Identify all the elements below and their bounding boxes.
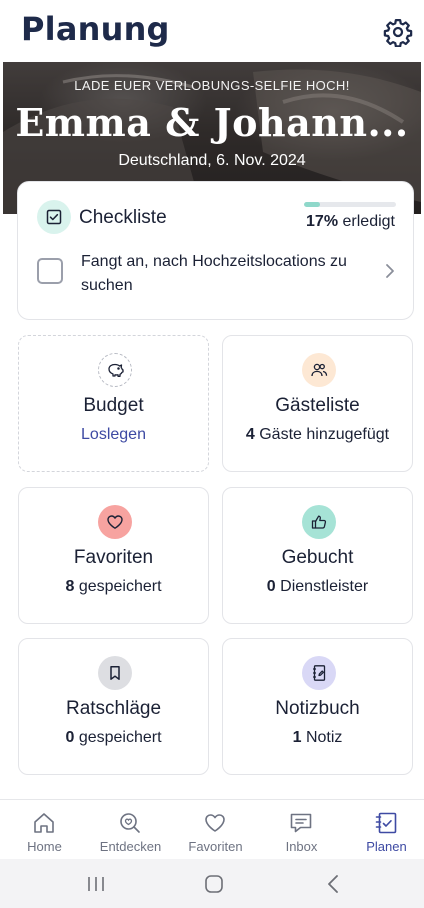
- wedding-location-date: Deutschland, 6. Nov. 2024: [118, 152, 306, 169]
- nav-label: Planen: [366, 839, 407, 854]
- system-navigation-bar: [0, 859, 424, 908]
- tile-title: Budget: [83, 395, 144, 416]
- checklist-progress-text: 17% erledigt: [306, 213, 395, 231]
- tile-guest-list[interactable]: Gästeliste 4 Gäste hinzugefügt: [222, 335, 413, 472]
- tile-title: Gebucht: [281, 547, 354, 568]
- bottom-navigation: Home Entdecken Favoriten Inbox Planen: [0, 799, 424, 859]
- tile-count: 8: [65, 578, 75, 595]
- home-icon: [34, 813, 54, 833]
- thumbs-up-icon: [302, 505, 336, 539]
- tile-title: Notizbuch: [275, 698, 360, 719]
- checklist-progress-value: 17%: [306, 213, 339, 230]
- tile-favorites[interactable]: Favoriten 8 gespeichert: [18, 487, 209, 624]
- nav-plan[interactable]: Planen: [344, 800, 424, 860]
- tile-budget[interactable]: Budget Loslegen: [18, 335, 209, 472]
- recent-apps-icon[interactable]: [84, 873, 108, 895]
- nav-favorites[interactable]: Favoriten: [173, 800, 258, 860]
- tile-subtitle-text: Dienstleister: [280, 578, 369, 595]
- tile-title: Gästeliste: [275, 395, 360, 416]
- heart-icon: [98, 505, 132, 539]
- heart-icon: [205, 814, 225, 832]
- tile-count: 4: [245, 426, 255, 443]
- tile-subtitle: 8 gespeichert: [19, 578, 208, 596]
- nav-label: Favoriten: [188, 839, 243, 854]
- tile-subtitle-text: gespeichert: [78, 729, 162, 746]
- budget-start-link[interactable]: Loslegen: [19, 426, 208, 444]
- checklist-task[interactable]: Fangt an, nach Hochzeitslocations zu suc…: [81, 250, 371, 298]
- nav-label: Inbox: [285, 839, 318, 854]
- discover-icon: [120, 813, 140, 833]
- app-header: Planung: [0, 0, 424, 62]
- notebook-icon: [302, 656, 336, 690]
- tile-count: 0: [65, 729, 75, 746]
- checklist-progress-suffix: erledigt: [342, 213, 395, 230]
- settings-button[interactable]: [383, 17, 413, 48]
- tile-title: Favoriten: [73, 547, 154, 568]
- piggy-bank-icon: [98, 353, 132, 387]
- planner-icon: [375, 812, 397, 834]
- upload-selfie-prompt[interactable]: LADE EUER VERLOBUNGS-SELFIE HOCH!: [3, 78, 421, 93]
- nav-discover[interactable]: Entdecken: [88, 800, 173, 860]
- nav-inbox[interactable]: Inbox: [259, 800, 344, 860]
- checklist-title: Checkliste: [79, 207, 167, 228]
- tile-advice[interactable]: Ratschläge 0 gespeichert: [18, 638, 209, 775]
- chat-icon: [290, 813, 312, 833]
- tile-subtitle-text: Gäste hinzugefügt: [259, 426, 390, 443]
- couple-names: Emma & Johann...: [15, 100, 409, 145]
- tile-subtitle-text: Notiz: [305, 729, 343, 746]
- tile-subtitle-text: gespeichert: [78, 578, 162, 595]
- bookmark-icon: [98, 656, 132, 690]
- nav-label: Entdecken: [99, 839, 162, 854]
- task-checkbox[interactable]: [37, 258, 63, 284]
- tile-count: 0: [266, 578, 276, 595]
- checklist-icon: [37, 200, 71, 234]
- nav-label: Home: [27, 839, 62, 854]
- guests-icon: [302, 353, 336, 387]
- tile-notebook[interactable]: Notizbuch 1 Notiz: [222, 638, 413, 775]
- home-button-icon[interactable]: [202, 873, 226, 895]
- nav-home[interactable]: Home: [2, 800, 87, 860]
- back-icon[interactable]: [322, 873, 346, 895]
- tile-booked[interactable]: Gebucht 0 Dienstleister: [222, 487, 413, 624]
- tile-title: Ratschläge: [65, 698, 162, 719]
- gear-icon: [383, 19, 413, 48]
- tile-count: 1: [292, 729, 302, 746]
- tile-subtitle: 0 Dienstleister: [223, 578, 412, 596]
- tile-subtitle: 0 gespeichert: [19, 729, 208, 747]
- checklist-card[interactable]: Checkliste 17% erledigt Fangt an, nach H…: [17, 181, 414, 320]
- tile-subtitle: 4 Gäste hinzugefügt: [223, 426, 412, 444]
- page-title: Planung: [21, 10, 170, 48]
- tile-subtitle: 1 Notiz: [223, 729, 412, 747]
- checklist-progress-fill: [304, 202, 320, 207]
- checklist-progress-bar: [304, 202, 396, 207]
- chevron-right-icon[interactable]: [383, 263, 397, 279]
